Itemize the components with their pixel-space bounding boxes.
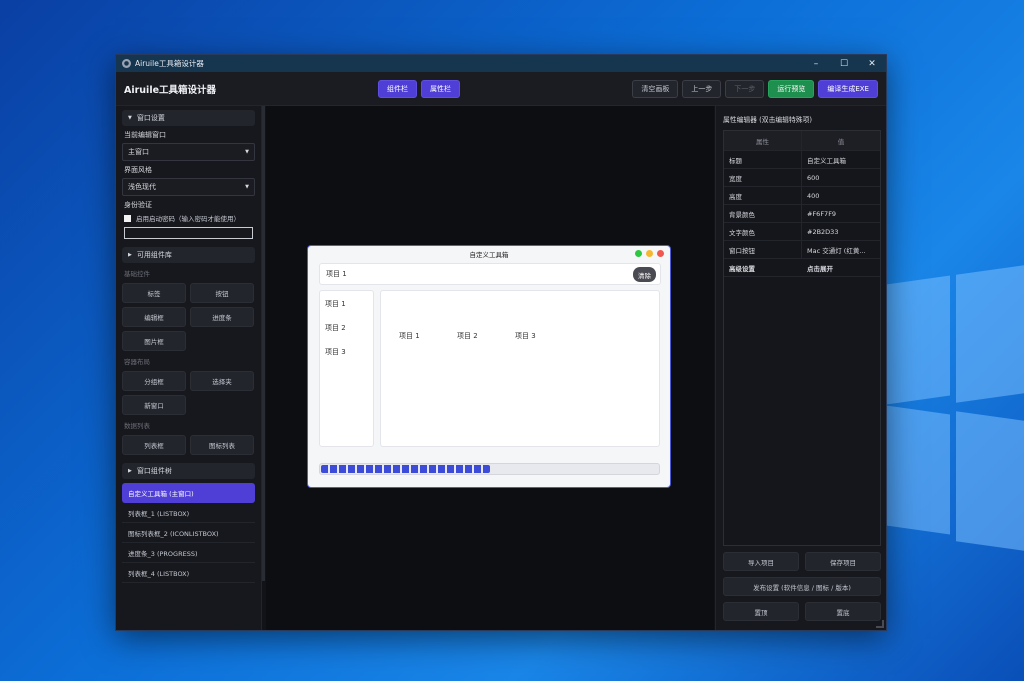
desktop-windows-logo	[886, 265, 1024, 560]
list-item[interactable]: 项目 2	[325, 323, 368, 333]
style-label: 界面风格	[124, 166, 152, 174]
red-dot-icon[interactable]	[657, 250, 664, 257]
property-row[interactable]: 窗口按钮 Mac 交通灯 (红黄...	[724, 241, 880, 259]
import-project-button[interactable]: 导入项目	[723, 552, 799, 571]
add-editbox-button[interactable]: 编辑框	[122, 307, 186, 327]
save-project-button[interactable]: 保存项目	[805, 552, 881, 571]
left-scrollbar[interactable]	[262, 106, 265, 581]
property-row[interactable]: 高度 400	[724, 187, 880, 205]
yellow-dot-icon[interactable]	[646, 250, 653, 257]
app-window: ● Airuile工具箱设计器 – ☐ ✕ Airuile工具箱设计器 组件栏 …	[115, 54, 887, 631]
preview-iconlist[interactable]: 项目 1 项目 2 项目 3	[380, 290, 660, 447]
property-row[interactable]: 宽度 600	[724, 169, 880, 187]
add-button-button[interactable]: 按钮	[190, 283, 254, 303]
preview-listbox[interactable]: 项目 1 项目 2 项目 3	[319, 290, 374, 447]
tab-components[interactable]: 组件栏	[378, 80, 417, 98]
progress-fill	[321, 465, 490, 473]
bring-to-top-button[interactable]: 置顶	[723, 602, 799, 621]
container-label: 容器布局	[124, 358, 150, 366]
left-panel: ▼ 窗口设置 当前编辑窗口 主窗口 ▼ 界面风格 浅色现代 ▼ 身份验证 启用启…	[116, 106, 262, 630]
preview-progress-bar	[319, 463, 660, 475]
icon-list-item[interactable]: 项目 3	[515, 331, 536, 341]
run-preview-button[interactable]: 运行预览	[768, 80, 815, 98]
checkbox-box[interactable]	[124, 214, 131, 222]
add-iconlist-button[interactable]: 图标列表	[190, 435, 254, 455]
title-bar[interactable]: ● Airuile工具箱设计器 – ☐ ✕	[116, 55, 886, 72]
caret-right-icon: ▶	[128, 252, 132, 258]
resize-grip-icon[interactable]	[876, 620, 884, 628]
list-item[interactable]: 项目 3	[325, 347, 368, 357]
basic-controls-label: 基础控件	[124, 270, 150, 278]
clear-canvas-button[interactable]: 清空画板	[632, 80, 679, 98]
tab-properties[interactable]: 属性栏	[421, 80, 460, 98]
property-table-header: 属性 值	[724, 131, 880, 151]
send-to-bottom-button[interactable]: 置底	[805, 602, 881, 621]
property-editor-header: 属性编辑器 (双击编辑特殊项)	[723, 116, 813, 124]
chevron-down-icon: ▼	[245, 184, 249, 190]
add-label-button[interactable]: 标签	[122, 283, 186, 303]
current-window-label: 当前编辑窗口	[124, 131, 166, 139]
undo-button[interactable]: 上一步	[682, 80, 722, 98]
brand-title: Airuile工具箱设计器	[124, 84, 217, 96]
add-picture-button[interactable]: 图片框	[122, 331, 186, 351]
auth-label: 身份验证	[124, 201, 152, 209]
icon-list-item[interactable]: 项目 1	[399, 331, 420, 341]
preview-window[interactable]: 自定义工具箱 项目 1 清除 项目 1 项目 2 项目 3 项目 1 项目 2 …	[307, 245, 671, 488]
tree-item[interactable]: 图标列表框_2 (ICONLISTBOX)	[122, 523, 255, 543]
caret-right-icon: ▶	[128, 468, 132, 474]
green-dot-icon[interactable]	[635, 250, 642, 257]
preview-listbox-bar[interactable]: 项目 1 清除	[319, 263, 661, 285]
caret-down-icon: ▼	[128, 115, 132, 121]
compile-exe-button[interactable]: 编译生成EXE	[818, 80, 878, 98]
tree-item[interactable]: 自定义工具箱 (主窗口)	[122, 483, 255, 503]
property-row-advanced[interactable]: 高级设置 点击展开	[724, 259, 880, 277]
tree-item[interactable]: 进度条_3 (PROGRESS)	[122, 543, 255, 563]
section-window-settings[interactable]: ▼ 窗口设置	[122, 110, 255, 126]
add-listbox-button[interactable]: 列表框	[122, 435, 186, 455]
right-panel: 属性编辑器 (双击编辑特殊项) 属性 值 标题 自定义工具箱 宽度 600 高度 40…	[715, 106, 886, 630]
publish-settings-button[interactable]: 发布设置 (软件信息 / 图标 / 版本)	[723, 577, 881, 596]
preview-clear-button[interactable]: 清除	[633, 267, 656, 282]
section-library[interactable]: ▶ 可用组件库	[122, 247, 255, 263]
app-icon: ●	[122, 59, 131, 68]
preview-title: 自定义工具箱	[469, 250, 509, 259]
password-input[interactable]	[124, 227, 253, 239]
list-item[interactable]: 项目 1	[325, 299, 368, 309]
password-checkbox[interactable]: 启用启动密码（输入密码才能使用）	[124, 213, 255, 223]
tree-item[interactable]: 列表框_4 (LISTBOX)	[122, 563, 255, 583]
data-list-label: 数据列表	[124, 422, 150, 430]
add-groupbox-button[interactable]: 分组框	[122, 371, 186, 391]
property-row[interactable]: 背景颜色 #F6F7F9	[724, 205, 880, 223]
top-toolbar: Airuile工具箱设计器 组件栏 属性栏 清空画板 上一步 下一步 运行预览 …	[116, 72, 886, 106]
chevron-down-icon: ▼	[245, 149, 249, 155]
tree-item[interactable]: 列表框_1 (LISTBOX)	[122, 503, 255, 523]
property-row[interactable]: 文字颜色 #2B2D33	[724, 223, 880, 241]
redo-button[interactable]: 下一步	[725, 80, 765, 98]
maximize-button[interactable]: ☐	[830, 55, 858, 72]
style-select[interactable]: 浅色现代 ▼	[122, 178, 255, 196]
icon-list-item[interactable]: 项目 2	[457, 331, 478, 341]
section-tree[interactable]: ▶ 窗口组件树	[122, 463, 255, 479]
property-table: 属性 值 标题 自定义工具箱 宽度 600 高度 400 背景颜色 #F6F7F9 文字…	[723, 130, 881, 546]
preview-title-bar: 自定义工具箱	[308, 246, 670, 261]
property-row[interactable]: 标题 自定义工具箱	[724, 151, 880, 169]
add-progress-button[interactable]: 进度条	[190, 307, 254, 327]
current-window-select[interactable]: 主窗口 ▼	[122, 143, 255, 161]
minimize-button[interactable]: –	[802, 55, 830, 72]
add-tabs-button[interactable]: 选择夹	[190, 371, 254, 391]
add-window-button[interactable]: 新窗口	[122, 395, 186, 415]
close-button[interactable]: ✕	[858, 55, 886, 72]
window-title: Airuile工具箱设计器	[135, 59, 204, 68]
